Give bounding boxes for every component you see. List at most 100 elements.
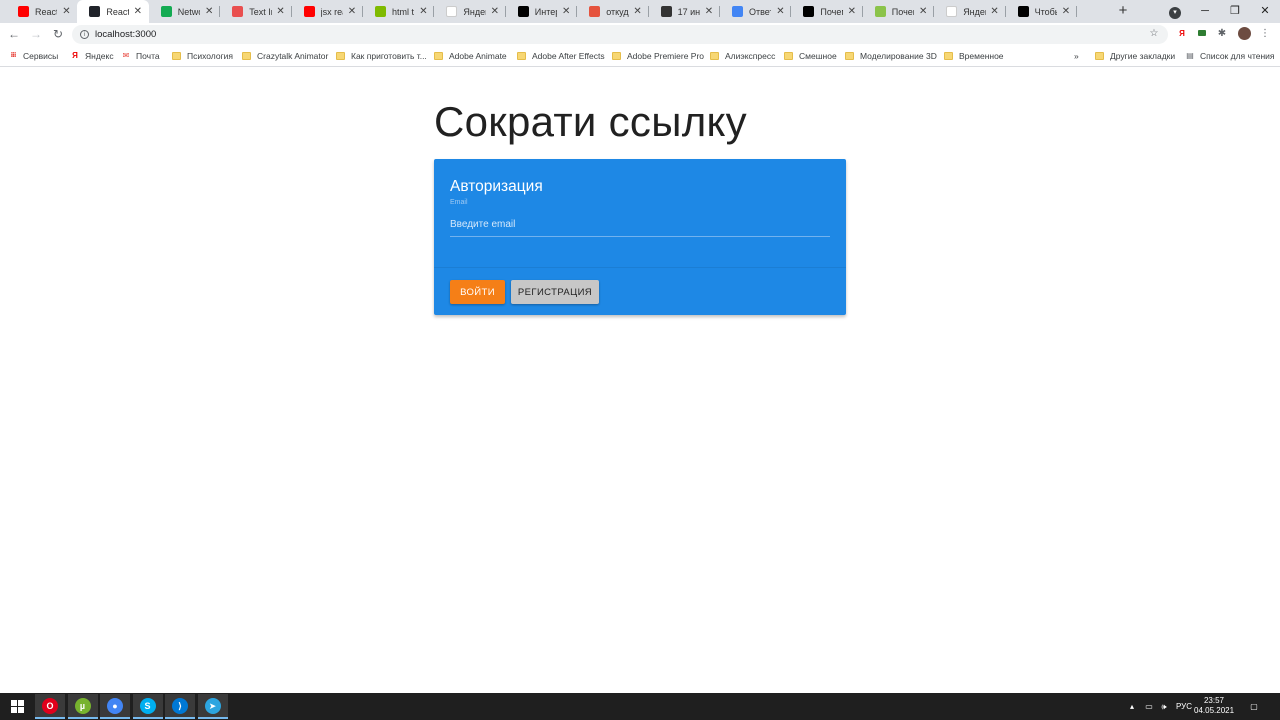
close-tab-icon[interactable]: ✕ — [633, 6, 643, 17]
tab-title: 17 интер — [677, 6, 700, 17]
close-tab-icon[interactable]: ✕ — [276, 6, 286, 17]
yandex-icon — [946, 6, 958, 17]
back-button[interactable]: ← — [6, 26, 22, 42]
browser-tab[interactable]: 17 интер ✕ — [649, 0, 720, 23]
bookmark-item[interactable]: Моделирование 3D — [845, 50, 937, 62]
bookmark-label: Adobe Animate — [449, 51, 507, 61]
tab-separator — [576, 6, 578, 17]
address-bar[interactable]: i localhost:3000 — [72, 25, 1168, 44]
browser-tab[interactable]: Почему ✕ — [863, 0, 935, 23]
browser-tab-strip: Чтобы п✕Яндекс✕Почему✕Почему✕Ответы✕17 и… — [0, 0, 1280, 23]
close-tab-icon[interactable]: ✕ — [918, 6, 928, 17]
register-button[interactable]: РЕГИСТРАЦИЯ — [511, 280, 599, 304]
language-indicator[interactable]: РУС — [1174, 693, 1194, 720]
yandex-extension-icon[interactable]: Я — [1175, 27, 1189, 41]
notifications-icon[interactable]: ▢ — [1246, 693, 1262, 720]
browser-tab[interactable]: Network ✕ — [149, 0, 221, 23]
reading-list[interactable]: ▤ Список для чтения — [1185, 50, 1274, 62]
other-bookmarks[interactable]: Другие закладки — [1095, 50, 1175, 62]
browser-tab[interactable]: jsx react ✕ — [292, 0, 363, 23]
circle-plus-icon — [803, 6, 815, 17]
clock[interactable]: 23:57 04.05.2021 — [1194, 696, 1234, 716]
info-icon[interactable]: i — [80, 30, 89, 39]
browser-tab[interactable]: Ответы ✕ — [720, 0, 792, 23]
browser-toolbar: ← → ↻ i localhost:3000 ☆ Я ✱ ⋮ — [0, 23, 1280, 45]
card-actions: ВОЙТИ РЕГИСТРАЦИЯ — [434, 267, 846, 315]
reload-button[interactable]: ↻ — [50, 26, 66, 42]
tab-title: Ответы — [749, 6, 771, 17]
bookmark-item[interactable]: ⁝⁝⁝ Сервисы — [8, 50, 59, 62]
email-input[interactable] — [450, 212, 830, 237]
taskbar-app[interactable]: µ — [67, 694, 98, 719]
bookmark-item[interactable]: Смешное — [784, 50, 837, 62]
taskbar-app[interactable]: ● — [100, 694, 130, 719]
folder-icon — [784, 52, 793, 60]
tab-title: React App — [106, 6, 129, 17]
bookmark-star-icon[interactable]: ☆ — [1147, 27, 1161, 41]
browser-tab[interactable]: откуда у ✕ — [577, 0, 649, 23]
close-tab-icon[interactable]: ✕ — [775, 6, 785, 17]
bookmark-item[interactable]: ✉ Почта — [121, 50, 160, 62]
volume-icon[interactable]: 🕪 — [1157, 693, 1171, 720]
browser-tab[interactable]: Почему ✕ — [791, 0, 863, 23]
bookmark-item[interactable]: Алиэкспресс — [710, 50, 775, 62]
new-tab-button[interactable]: + — [1114, 2, 1132, 20]
bookmarks-overflow-button[interactable]: » — [1074, 50, 1079, 62]
close-tab-icon[interactable]: ✕ — [490, 6, 500, 17]
close-window-button[interactable]: ✕ — [1250, 0, 1280, 23]
maximize-button[interactable]: ❐ — [1220, 0, 1250, 23]
bookmark-item[interactable]: Adobe Premiere Pro — [612, 50, 704, 62]
browser-tab[interactable]: React App ✕ — [77, 0, 149, 23]
close-tab-icon[interactable]: ✕ — [847, 6, 857, 17]
bookmark-label: Crazytalk Animator — [257, 51, 329, 61]
taskbar-app[interactable]: ⟩ — [165, 694, 195, 719]
bookmark-item[interactable]: Психология — [172, 50, 233, 62]
start-button[interactable] — [2, 694, 32, 719]
menu-dots-icon[interactable]: ⋮ — [1258, 27, 1272, 41]
bookmark-label: Психология — [187, 51, 234, 61]
bookmark-item[interactable]: Adobe Animate — [434, 50, 507, 62]
bookmark-item[interactable]: Временное — [944, 50, 1004, 62]
close-tab-icon[interactable]: ✕ — [204, 6, 214, 17]
close-tab-icon[interactable]: ✕ — [990, 6, 1000, 17]
tab-title: React - Ф — [35, 6, 58, 17]
close-tab-icon[interactable]: ✕ — [347, 6, 357, 17]
taskbar-app[interactable]: O — [35, 694, 65, 719]
extension-icon[interactable] — [1195, 27, 1209, 41]
bookmarks-bar: » Другие закладки ▤ Список для чтения ⁝⁝… — [0, 45, 1280, 67]
tab-title: Чтобы п — [1034, 6, 1057, 17]
taskbar-app[interactable]: ➤ — [197, 694, 228, 719]
profile-avatar[interactable] — [1237, 27, 1251, 41]
folder-icon — [242, 52, 251, 60]
bookmark-label: Как приготовить т... — [351, 51, 427, 61]
forward-button[interactable]: → — [28, 26, 44, 42]
bookmark-item[interactable]: Я Яндекс — [70, 50, 113, 62]
close-tab-icon[interactable]: ✕ — [133, 6, 143, 17]
bookmark-item[interactable]: Crazytalk Animator — [242, 50, 328, 62]
browser-tab[interactable]: Интерфейс ✕ — [506, 0, 578, 23]
close-tab-icon[interactable]: ✕ — [704, 6, 714, 17]
browser-tab[interactable]: Яндекс ✕ — [934, 0, 1006, 23]
browser-tab[interactable]: Чтобы п ✕ — [1006, 0, 1077, 23]
network-icon[interactable]: ▭ — [1142, 693, 1156, 720]
page-content: Сократи ссылку Авторизация Email ВОЙТИ Р… — [0, 68, 1280, 693]
tray-chevron-up-icon[interactable]: ▴ — [1127, 693, 1137, 720]
close-tab-icon[interactable]: ✕ — [61, 6, 71, 17]
tab-separator — [1004, 6, 1006, 17]
bookmark-label: Adobe Premiere Pro — [627, 51, 705, 61]
browser-tab[interactable]: React - Ф✕ — [6, 0, 77, 23]
browser-tab[interactable]: html to js✕ — [363, 0, 435, 23]
close-tab-icon[interactable]: ✕ — [418, 6, 428, 17]
close-tab-icon[interactable]: ✕ — [1061, 6, 1071, 17]
bookmark-item[interactable]: Как приготовить т... — [336, 50, 427, 62]
extensions-puzzle-icon[interactable]: ✱ — [1215, 27, 1229, 41]
login-button[interactable]: ВОЙТИ — [450, 280, 505, 304]
browser-tab[interactable]: Яндекс ✕ — [434, 0, 506, 23]
browser-tab[interactable]: Text Input ✕ — [220, 0, 292, 23]
close-tab-icon[interactable]: ✕ — [561, 6, 571, 17]
opera-icon: O — [42, 697, 58, 714]
minimize-button[interactable]: ─ — [1190, 0, 1220, 23]
bookmark-item[interactable]: Adobe After Effects — [517, 50, 605, 62]
tab-search-button[interactable]: ▾ — [1160, 0, 1190, 23]
taskbar-app[interactable]: S — [132, 694, 163, 719]
